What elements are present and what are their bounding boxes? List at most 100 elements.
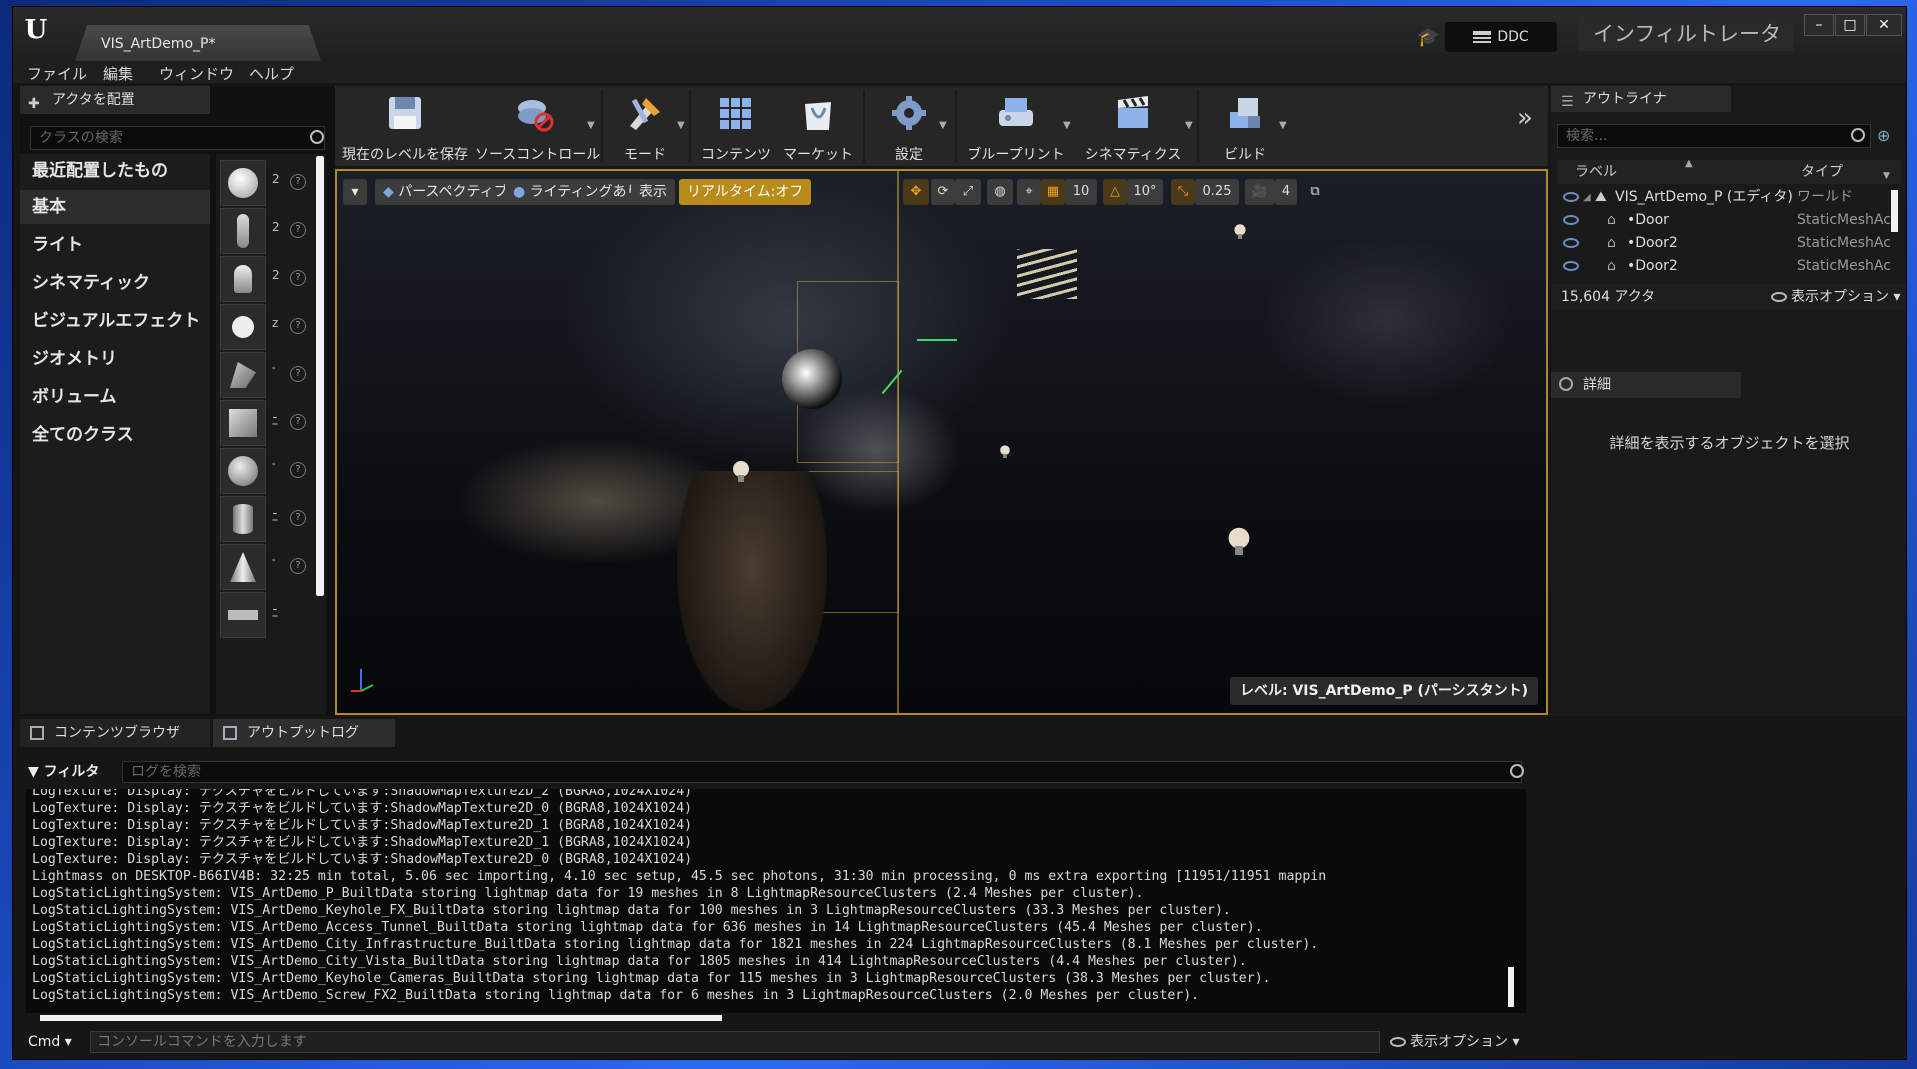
menu-edit[interactable]: 編集 (103, 63, 133, 84)
scale-icon[interactable]: ⤢ (955, 179, 981, 205)
perspective-button[interactable]: ◆ パースペクティブ (375, 179, 516, 205)
category-cinematic[interactable]: シネマティック (20, 266, 210, 300)
show-button[interactable]: 表示 (631, 179, 675, 205)
viewport-options-dropdown[interactable]: ▾ (343, 179, 367, 205)
cmd-dropdown[interactable]: Cmd ▾ (28, 1031, 78, 1053)
category-visual-effects[interactable]: ビジュアルエフェクト (20, 304, 210, 338)
marketplace-button[interactable]: マーケット (777, 86, 859, 166)
blueprints-button[interactable]: ブループリント ▼ (961, 86, 1071, 166)
outliner-view-options-button[interactable]: 表示オプション ▾ (1771, 284, 1900, 310)
grid-snap-value[interactable]: 10 (1065, 179, 1097, 205)
actor-item-sphere[interactable] (220, 448, 266, 494)
source-control-button[interactable]: ソースコントロール ▼ (475, 86, 600, 166)
console-command-input[interactable]: コンソールコマンドを入力します (90, 1031, 1380, 1053)
outliner-row[interactable]: ⌂ •Door2 StaticMeshAc (1557, 232, 1891, 255)
unreal-logo-icon[interactable]: U (21, 15, 51, 45)
modes-button[interactable]: モード ▼ (605, 86, 685, 166)
chevron-down-icon[interactable]: ▼ (587, 120, 595, 131)
close-button[interactable]: ✕ (1866, 14, 1902, 36)
chevron-down-icon[interactable]: ▼ (939, 120, 947, 131)
visibility-eye-icon[interactable] (1563, 261, 1579, 271)
search-icon[interactable] (1510, 764, 1524, 778)
actor-item-empty-actor[interactable] (220, 160, 266, 206)
content-button[interactable]: コンテンツ (695, 86, 777, 166)
chevron-down-icon[interactable]: ▼ (1063, 120, 1071, 131)
world-local-icon[interactable]: ◍ (987, 179, 1013, 205)
scale-snap-icon[interactable]: ⤡ (1171, 179, 1195, 205)
outliner-search-input[interactable]: 検索... (1557, 124, 1871, 148)
outliner-row[interactable]: ⌂ •Door2 StaticMeshAc (1557, 255, 1891, 278)
grid-snap-icon[interactable]: ▦ (1041, 179, 1065, 205)
more-toolbar-button[interactable]: » (1507, 86, 1543, 166)
help-icon[interactable]: ? (290, 318, 306, 334)
ddc-button[interactable]: DDC (1445, 22, 1557, 52)
chevron-down-icon[interactable]: ▼ (1883, 164, 1890, 188)
help-icon[interactable]: ? (290, 270, 306, 286)
scale-snap-value[interactable]: 0.25 (1195, 179, 1239, 205)
outliner-row-world[interactable]: ◢ ⛰ VIS_ArtDemo_P (エディタ) ワールド (1557, 186, 1891, 209)
chevron-down-icon[interactable]: ▼ (1279, 120, 1287, 131)
search-icon[interactable] (1851, 128, 1865, 142)
category-all-classes[interactable]: 全てのクラス (20, 418, 210, 452)
minimize-button[interactable]: – (1804, 14, 1834, 36)
rotation-snap-value[interactable]: 10° (1127, 179, 1163, 205)
details-tab[interactable]: 詳細 (1551, 372, 1741, 398)
category-recent[interactable]: 最近配置したもの (20, 154, 210, 188)
settings-button[interactable]: 設定 ▼ (869, 86, 949, 166)
surface-snap-icon[interactable]: ⌖ (1017, 179, 1041, 205)
tab-output-log[interactable]: アウトプットログ (213, 719, 395, 747)
log-search-input[interactable]: ログを検索 (122, 761, 1522, 783)
category-lights[interactable]: ライト (20, 228, 210, 262)
actor-item-cube[interactable] (220, 400, 266, 446)
chevron-down-icon[interactable]: ▼ (1185, 120, 1193, 131)
lighting-mode-button[interactable]: ● ライティングあり (505, 179, 649, 205)
light-bulb-icon[interactable] (1000, 445, 1010, 459)
actor-item-pawn[interactable] (220, 256, 266, 302)
visibility-eye-icon[interactable] (1563, 192, 1579, 202)
output-log-text[interactable]: LogTexture: Display: テクスチャをビルドしています:Shad… (26, 789, 1526, 1013)
rotate-icon[interactable]: ⟳ (931, 179, 955, 205)
expand-arrow-icon[interactable]: ◢ (1583, 186, 1591, 209)
graduation-cap-icon[interactable]: 🎓 (1417, 27, 1439, 48)
level-viewport[interactable]: ▾ ◆ パースペクティブ ● ライティングあり 表示 リアルタイム:オフ ✥ ⟳… (335, 169, 1548, 715)
actor-item-character[interactable] (220, 208, 266, 254)
rotation-snap-icon[interactable]: △ (1103, 179, 1127, 205)
light-bulb-icon[interactable] (733, 461, 749, 483)
realtime-off-button[interactable]: リアルタイム:オフ (679, 179, 812, 205)
help-icon[interactable]: ? (290, 462, 306, 478)
maximize-viewport-icon[interactable]: ⧉ (1305, 179, 1325, 205)
menu-file[interactable]: ファイル (27, 63, 87, 84)
actor-item-player-start[interactable] (220, 352, 266, 398)
cinematics-button[interactable]: シネマティクス ▼ (1071, 86, 1195, 166)
outliner-col-type[interactable]: タイプ (1801, 160, 1843, 184)
actor-item-plane[interactable] (220, 592, 266, 638)
tab-content-browser[interactable]: コンテンツブラウザ (20, 719, 210, 747)
help-icon[interactable]: ? (290, 366, 306, 382)
category-basic[interactable]: 基本 (20, 190, 210, 224)
visibility-eye-icon[interactable] (1563, 215, 1579, 225)
level-document-tab[interactable]: VIS_ArtDemo_P* (75, 25, 321, 61)
chevron-down-icon[interactable]: ▼ (677, 120, 685, 131)
visibility-eye-icon[interactable] (1563, 238, 1579, 248)
actor-item-point-light[interactable] (220, 304, 266, 350)
help-icon[interactable]: ? (290, 174, 306, 190)
log-filter-button[interactable]: ▼ フィルタ ▾ (28, 761, 108, 802)
log-view-options-button[interactable]: 表示オプション ▾ (1390, 1031, 1540, 1053)
save-level-button[interactable]: 現在のレベルを保存 (335, 86, 475, 166)
log-horizontal-scrollbar[interactable] (40, 1015, 722, 1021)
add-filter-icon[interactable]: ⊕ (1877, 126, 1890, 145)
camera-speed-icon[interactable]: 🎥 (1245, 179, 1275, 205)
help-icon[interactable]: ? (290, 510, 306, 526)
log-vertical-scrollbar[interactable] (1508, 967, 1514, 1007)
maximize-button[interactable]: □ (1835, 14, 1865, 36)
category-volumes[interactable]: ボリューム (20, 380, 210, 414)
class-search-input[interactable]: クラスの検索 (30, 126, 325, 150)
help-icon[interactable]: ? (290, 222, 306, 238)
actor-list-scrollbar[interactable] (316, 156, 324, 596)
help-icon[interactable]: ? (290, 558, 306, 574)
outliner-scrollbar[interactable] (1891, 190, 1898, 232)
outliner-tab[interactable]: ☰ アウトライナ (1551, 86, 1731, 112)
search-icon[interactable] (310, 130, 324, 144)
place-actors-tab[interactable]: ✚ アクタを配置 (20, 86, 210, 114)
light-bulb-icon[interactable] (1228, 527, 1250, 557)
